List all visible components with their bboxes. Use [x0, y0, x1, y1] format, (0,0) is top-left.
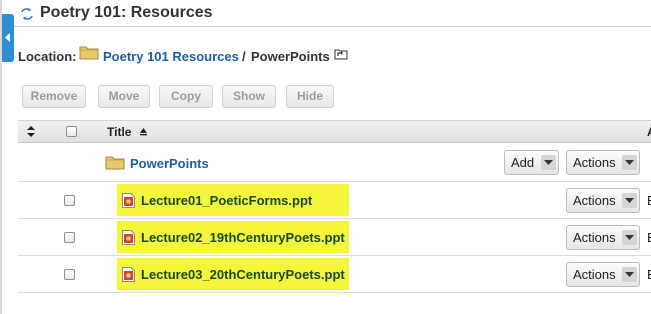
ppt-file-icon — [122, 267, 135, 282]
table-row: Lecture03_20thCenturyPoets.ppt Actions E — [18, 257, 651, 293]
actions-dropdown-label: Actions — [573, 155, 616, 170]
actions-dropdown[interactable]: Actions — [566, 225, 640, 250]
page-title: Poetry 101: Resources — [40, 4, 213, 21]
row-checkbox[interactable] — [64, 232, 75, 243]
add-dropdown-label: Add — [511, 155, 535, 170]
sidebar-collapse-tab[interactable] — [2, 14, 14, 62]
ppt-file-icon — [122, 193, 135, 208]
actions-dropdown[interactable]: Actions — [566, 150, 640, 175]
copy-button[interactable]: Copy — [159, 85, 213, 108]
folder-link-powerpoints[interactable]: PowerPoints — [130, 156, 209, 171]
file-link[interactable]: Lecture01_PoeticForms.ppt — [141, 193, 312, 208]
chevron-left-icon — [5, 33, 10, 42]
chevron-down-icon — [622, 193, 637, 208]
table-row: Lecture02_19thCenturyPoets.ppt Actions E — [18, 220, 651, 256]
chevron-down-icon — [622, 230, 637, 245]
up-folder-icon[interactable] — [334, 47, 348, 60]
table-header: Title A — [18, 120, 651, 143]
truncated-column-value: E — [647, 267, 651, 282]
column-header-truncated: A — [647, 125, 651, 139]
hide-button[interactable]: Hide — [286, 85, 334, 108]
page-header: Poetry 101: Resources — [14, 0, 651, 27]
actions-dropdown-label: Actions — [573, 267, 616, 282]
sort-ascending-icon — [140, 128, 147, 136]
select-all-checkbox[interactable] — [66, 126, 77, 137]
refresh-arrows-icon[interactable] — [20, 7, 34, 21]
chevron-down-icon — [622, 267, 637, 282]
file-link[interactable]: Lecture02_19thCenturyPoets.ppt — [141, 230, 345, 245]
location-label: Location: — [18, 49, 77, 64]
truncated-column-value: E — [647, 230, 651, 245]
column-header-title[interactable]: Title — [107, 125, 131, 139]
table-row-folder: PowerPoints Add Actions — [18, 144, 651, 182]
show-button[interactable]: Show — [222, 85, 276, 108]
file-link[interactable]: Lecture03_20thCenturyPoets.ppt — [141, 267, 345, 282]
actions-dropdown-label: Actions — [573, 230, 616, 245]
ppt-file-icon — [122, 230, 135, 245]
truncated-column-value: E — [647, 193, 651, 208]
actions-dropdown-label: Actions — [573, 193, 616, 208]
folder-icon — [79, 46, 99, 60]
row-checkbox[interactable] — [64, 269, 75, 280]
chevron-down-icon — [541, 155, 556, 170]
actions-dropdown[interactable]: Actions — [566, 262, 640, 287]
reorder-arrows-icon[interactable] — [27, 126, 35, 137]
breadcrumb-link-root[interactable]: Poetry 101 Resources — [103, 49, 239, 64]
chevron-down-icon — [622, 155, 637, 170]
table-row: Lecture01_PoeticForms.ppt Actions E — [18, 183, 651, 219]
folder-icon — [105, 156, 125, 170]
remove-button[interactable]: Remove — [22, 85, 86, 108]
breadcrumb-current: PowerPoints — [251, 49, 330, 64]
move-button[interactable]: Move — [98, 85, 150, 108]
breadcrumb-separator: / — [242, 49, 246, 64]
add-dropdown[interactable]: Add — [504, 150, 559, 175]
actions-dropdown[interactable]: Actions — [566, 188, 640, 213]
row-checkbox[interactable] — [64, 195, 75, 206]
